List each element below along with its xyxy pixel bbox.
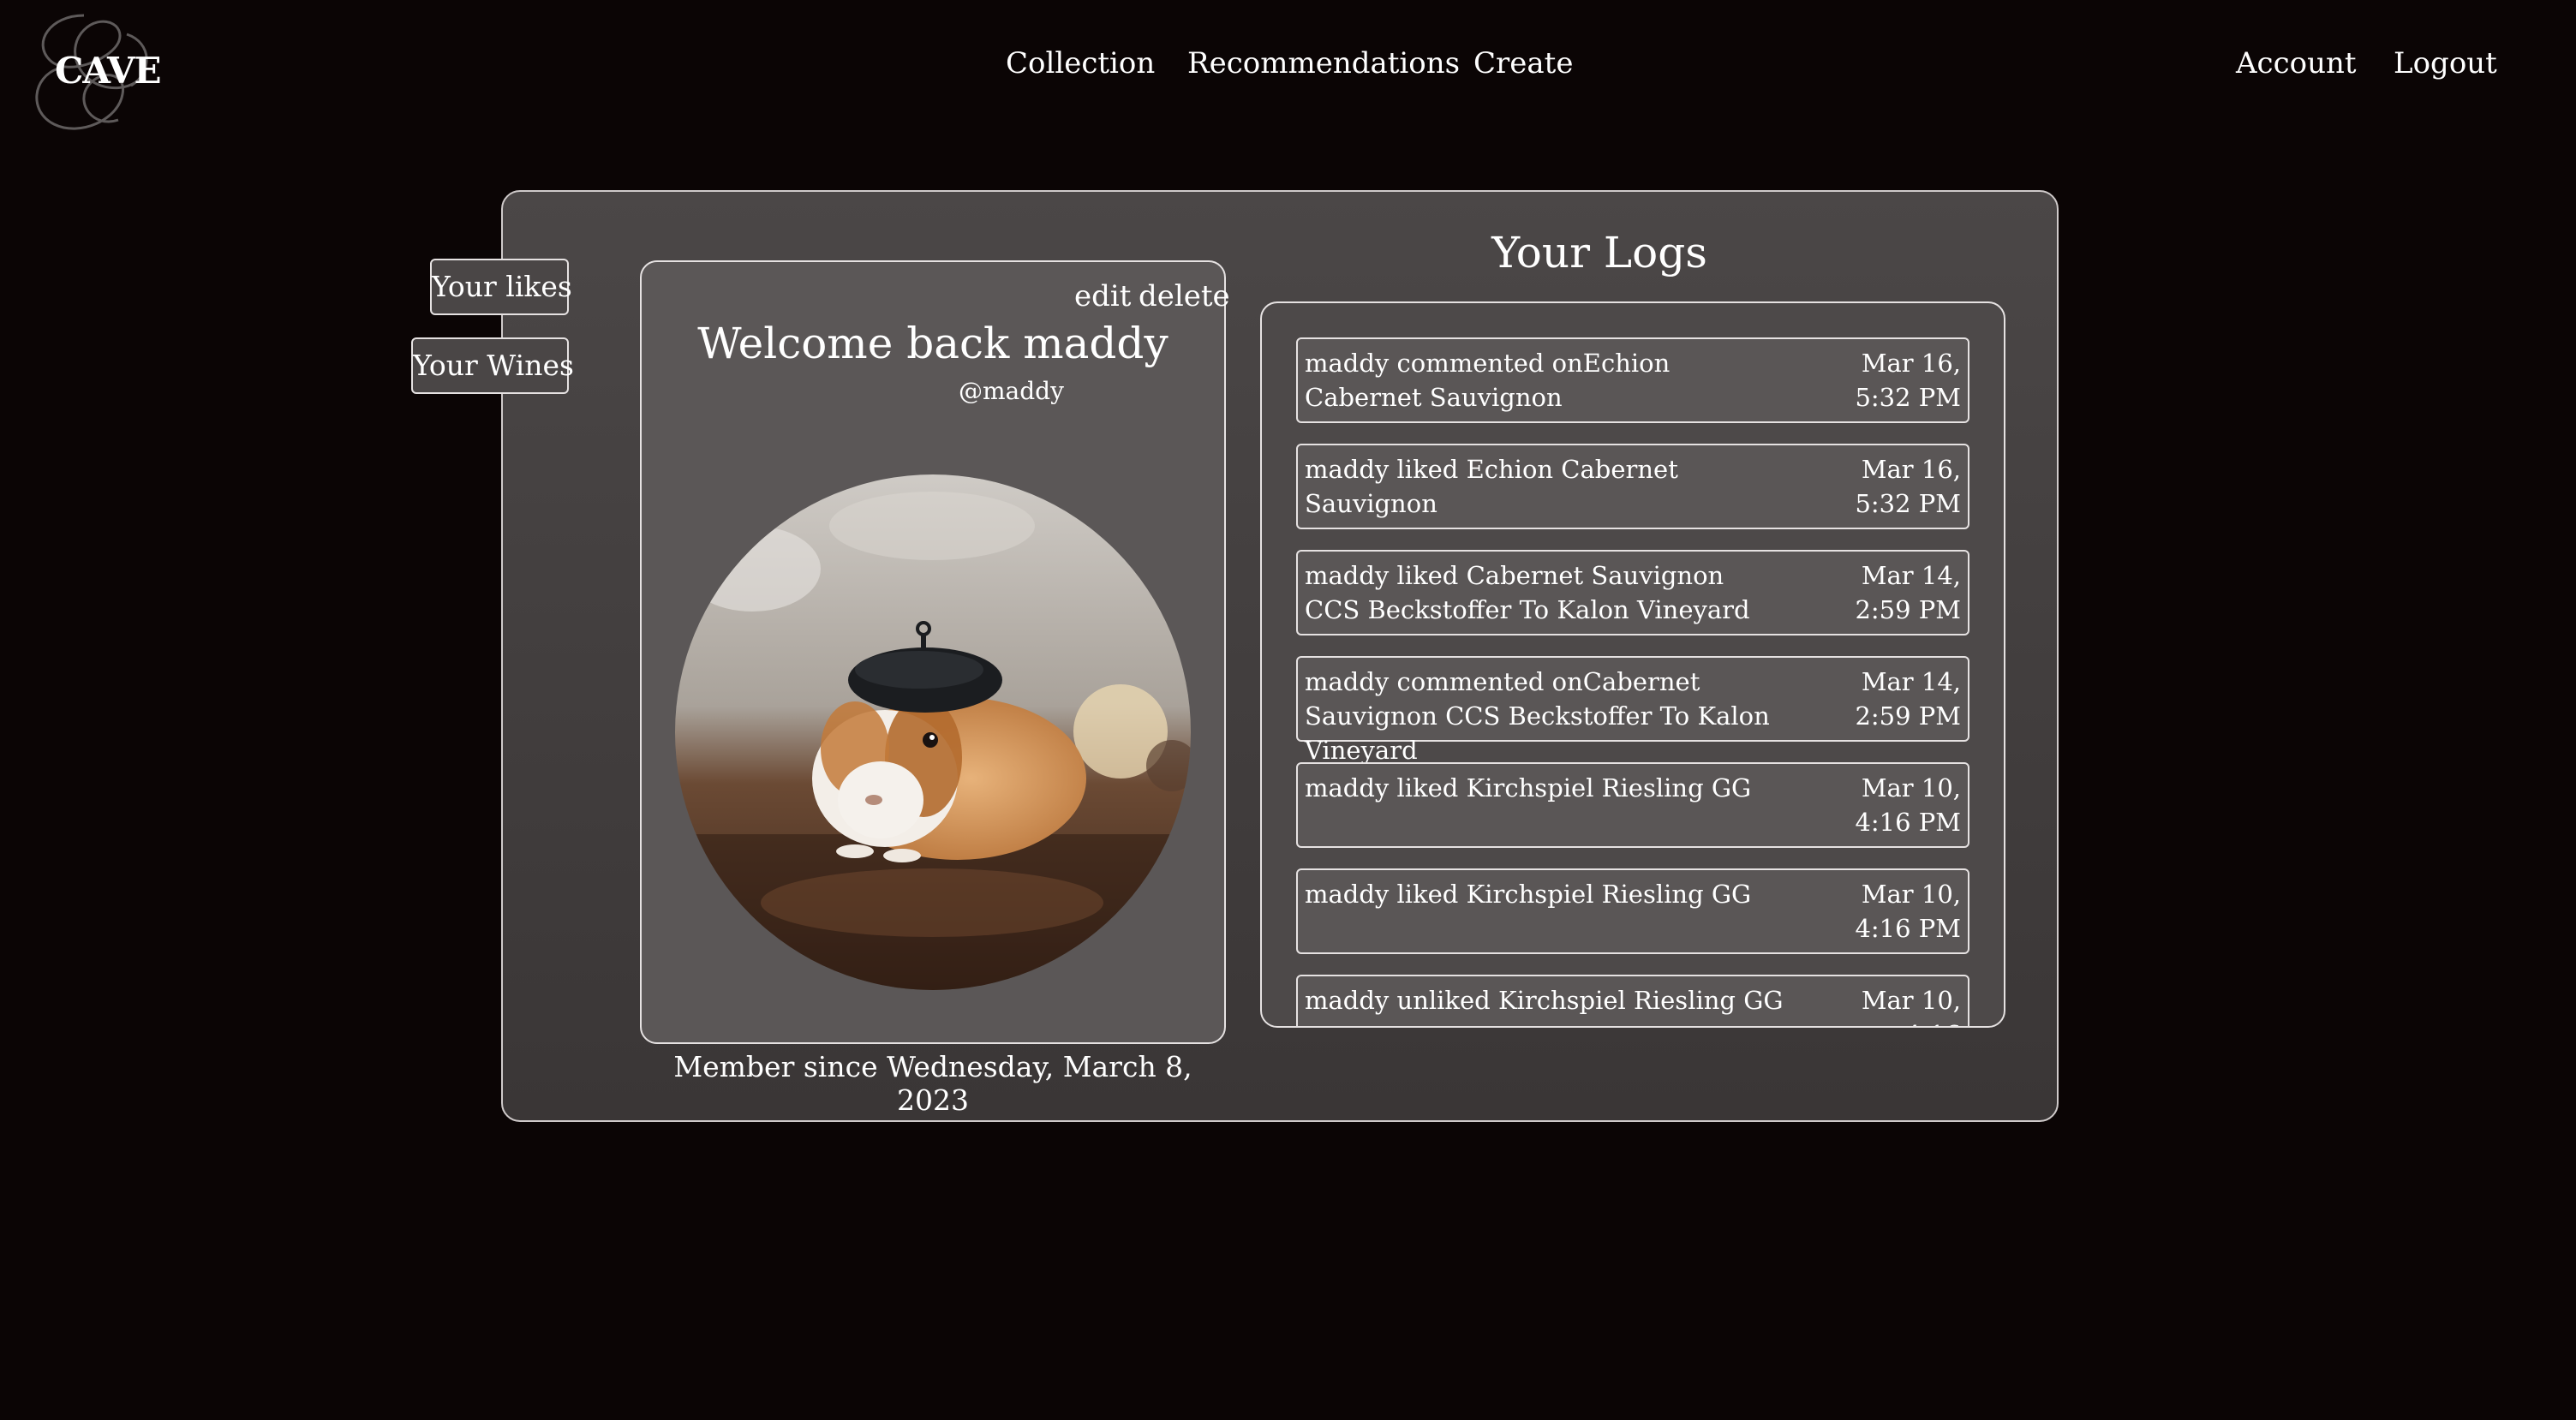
- profile-card: edit delete Welcome back maddy @maddy: [640, 260, 1230, 1044]
- log-text: maddy commented onEchion Cabernet Sauvig…: [1305, 349, 1671, 412]
- site-logo[interactable]: CAVE: [24, 9, 162, 135]
- log-text: maddy liked Kirchspiel Riesling GG: [1305, 773, 1752, 802]
- log-item[interactable]: maddy liked Cabernet Sauvignon CCS Becks…: [1296, 550, 1969, 635]
- log-item[interactable]: maddy liked Echion Cabernet Sauvignon Ma…: [1296, 444, 1969, 529]
- log-item[interactable]: maddy commented onCabernet Sauvignon CCS…: [1296, 656, 1969, 765]
- nav-recommendations[interactable]: Recommendations: [1187, 46, 1460, 81]
- username-handle: @maddy: [959, 377, 1064, 405]
- delete-profile-link[interactable]: delete: [1139, 279, 1230, 313]
- log-item[interactable]: maddy liked Kirchspiel Riesling GG Mar 1…: [1296, 868, 1969, 954]
- logs-list[interactable]: maddy commented onEchion Cabernet Sauvig…: [1260, 301, 2005, 1028]
- log-time: Mar 16, 5:32 PM: [1855, 455, 1961, 518]
- log-text: maddy liked Echion Cabernet Sauvignon: [1305, 455, 1678, 518]
- guinea-pig-in-beret-photo: [675, 474, 1191, 990]
- log-time: Mar 10, 4:16 PM: [1855, 773, 1961, 837]
- welcome-heading: Welcome back maddy: [697, 319, 1168, 368]
- log-item[interactable]: maddy liked Kirchspiel Riesling GG Mar 1…: [1296, 762, 1969, 848]
- log-text: maddy liked Kirchspiel Riesling GG: [1305, 880, 1752, 909]
- nav-create[interactable]: Create: [1473, 46, 1573, 81]
- nav-account[interactable]: Account: [2236, 46, 2357, 81]
- edit-profile-link[interactable]: edit: [1074, 279, 1131, 313]
- log-time: Mar 10, 4:16: [1861, 986, 1961, 1026]
- your-wines-button[interactable]: Your Wines: [411, 337, 574, 394]
- log-item[interactable]: maddy unliked Kirchspiel Riesling GG Mar…: [1296, 975, 1969, 1026]
- member-since: Member since Wednesday, March 8, 2023: [673, 1050, 1192, 1117]
- your-likes-button[interactable]: Your likes: [430, 259, 572, 315]
- log-time: Mar 14, 2:59 PM: [1855, 561, 1961, 624]
- log-text: maddy liked Cabernet Sauvignon CCS Becks…: [1305, 561, 1750, 624]
- log-text: maddy unliked Kirchspiel Riesling GG: [1305, 986, 1784, 1015]
- log-time: Mar 14, 2:59 PM: [1855, 667, 1961, 731]
- avatar: [675, 474, 1191, 990]
- log-text: maddy commented onCabernet Sauvignon CCS…: [1305, 667, 1770, 765]
- nav-collection[interactable]: Collection: [1006, 46, 1155, 81]
- logs-title: Your Logs: [1491, 228, 1707, 277]
- log-time: Mar 16, 5:32 PM: [1855, 349, 1961, 412]
- page: CAVE Collection Recommendations Create A…: [0, 0, 2576, 1420]
- nav-logout[interactable]: Logout: [2394, 46, 2497, 81]
- log-item[interactable]: maddy commented onEchion Cabernet Sauvig…: [1296, 337, 1969, 423]
- log-time: Mar 10, 4:16 PM: [1855, 880, 1961, 943]
- logo-text: CAVE: [55, 50, 162, 92]
